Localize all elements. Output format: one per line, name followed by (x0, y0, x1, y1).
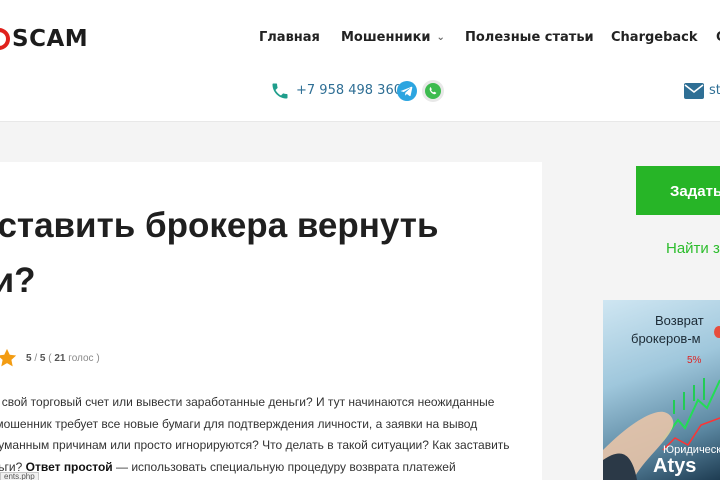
page-title-line1: аставить брокера вернуть (0, 206, 439, 245)
phone-link[interactable]: +7 958 498 3602 (296, 83, 410, 98)
whatsapp-icon[interactable] (422, 80, 444, 102)
rating-widget: 5 / 5 ( 21 голос ) (0, 348, 100, 368)
rating-score: 5 (26, 352, 32, 364)
rating-votes: 21 (54, 352, 66, 364)
rating-max: 5 (39, 352, 46, 364)
nav-item-scammers-label: Мошенники (341, 30, 431, 45)
star-icon[interactable] (0, 347, 18, 369)
site-header: SCAM Главная Мошенники ⌄ Полезные статьи … (0, 0, 720, 122)
page-title: аставить брокера вернуть ги? (0, 198, 538, 308)
paragraph-line: ер-мошенник требует все новые бумаги для… (0, 416, 478, 431)
nav-item-home[interactable]: Главная (259, 30, 320, 45)
article-paragraph: ыть свой торговый счет или вывести зараб… (0, 392, 518, 478)
status-url-bar: ents.php (0, 472, 39, 480)
nav-item-scammers[interactable]: Мошенники ⌄ (341, 30, 445, 45)
rating-summary: 5 / 5 ( 21 голос ) (26, 352, 100, 364)
ask-question-button[interactable]: Задать (636, 166, 720, 215)
ad-headline-2: брокеров-м (631, 331, 701, 346)
nav-item-contacts[interactable]: C (716, 30, 720, 45)
ad-headline: Возврат (655, 313, 704, 328)
mail-icon (684, 83, 704, 99)
chevron-down-icon: ⌄ (436, 32, 445, 43)
paragraph-emphasis: Ответ простой (25, 459, 113, 474)
nav-item-articles[interactable]: Полезные статьи (465, 30, 594, 45)
paragraph-line: — использовать специальную процедуру воз… (116, 459, 456, 474)
find-lawyer-link[interactable]: Найти з (666, 240, 720, 257)
rating-votes-label: голос (68, 352, 94, 364)
nav-item-chargeback[interactable]: Chargeback (611, 30, 698, 45)
page-title-line2: ги? (0, 261, 36, 300)
ad-percent: 5% (687, 355, 702, 366)
article-card: аставить брокера вернуть ги? 5 / 5 ( 21 … (0, 162, 542, 480)
ad-brand: Atys (653, 455, 697, 477)
email-link[interactable]: st (709, 83, 720, 98)
paragraph-line: ыть свой торговый счет или вывести зараб… (0, 395, 495, 409)
main-nav: Главная Мошенники ⌄ Полезные статьи Charg… (0, 30, 720, 48)
phone-icon (272, 83, 288, 99)
header-contacts: +7 958 498 3602 st (0, 80, 720, 102)
telegram-icon[interactable] (397, 81, 417, 101)
ad-banner[interactable]: Возврат брокеров-м 5% Юридическ Atys (603, 300, 720, 480)
paragraph-line: надуманным причинам или просто игнорирую… (0, 438, 510, 452)
